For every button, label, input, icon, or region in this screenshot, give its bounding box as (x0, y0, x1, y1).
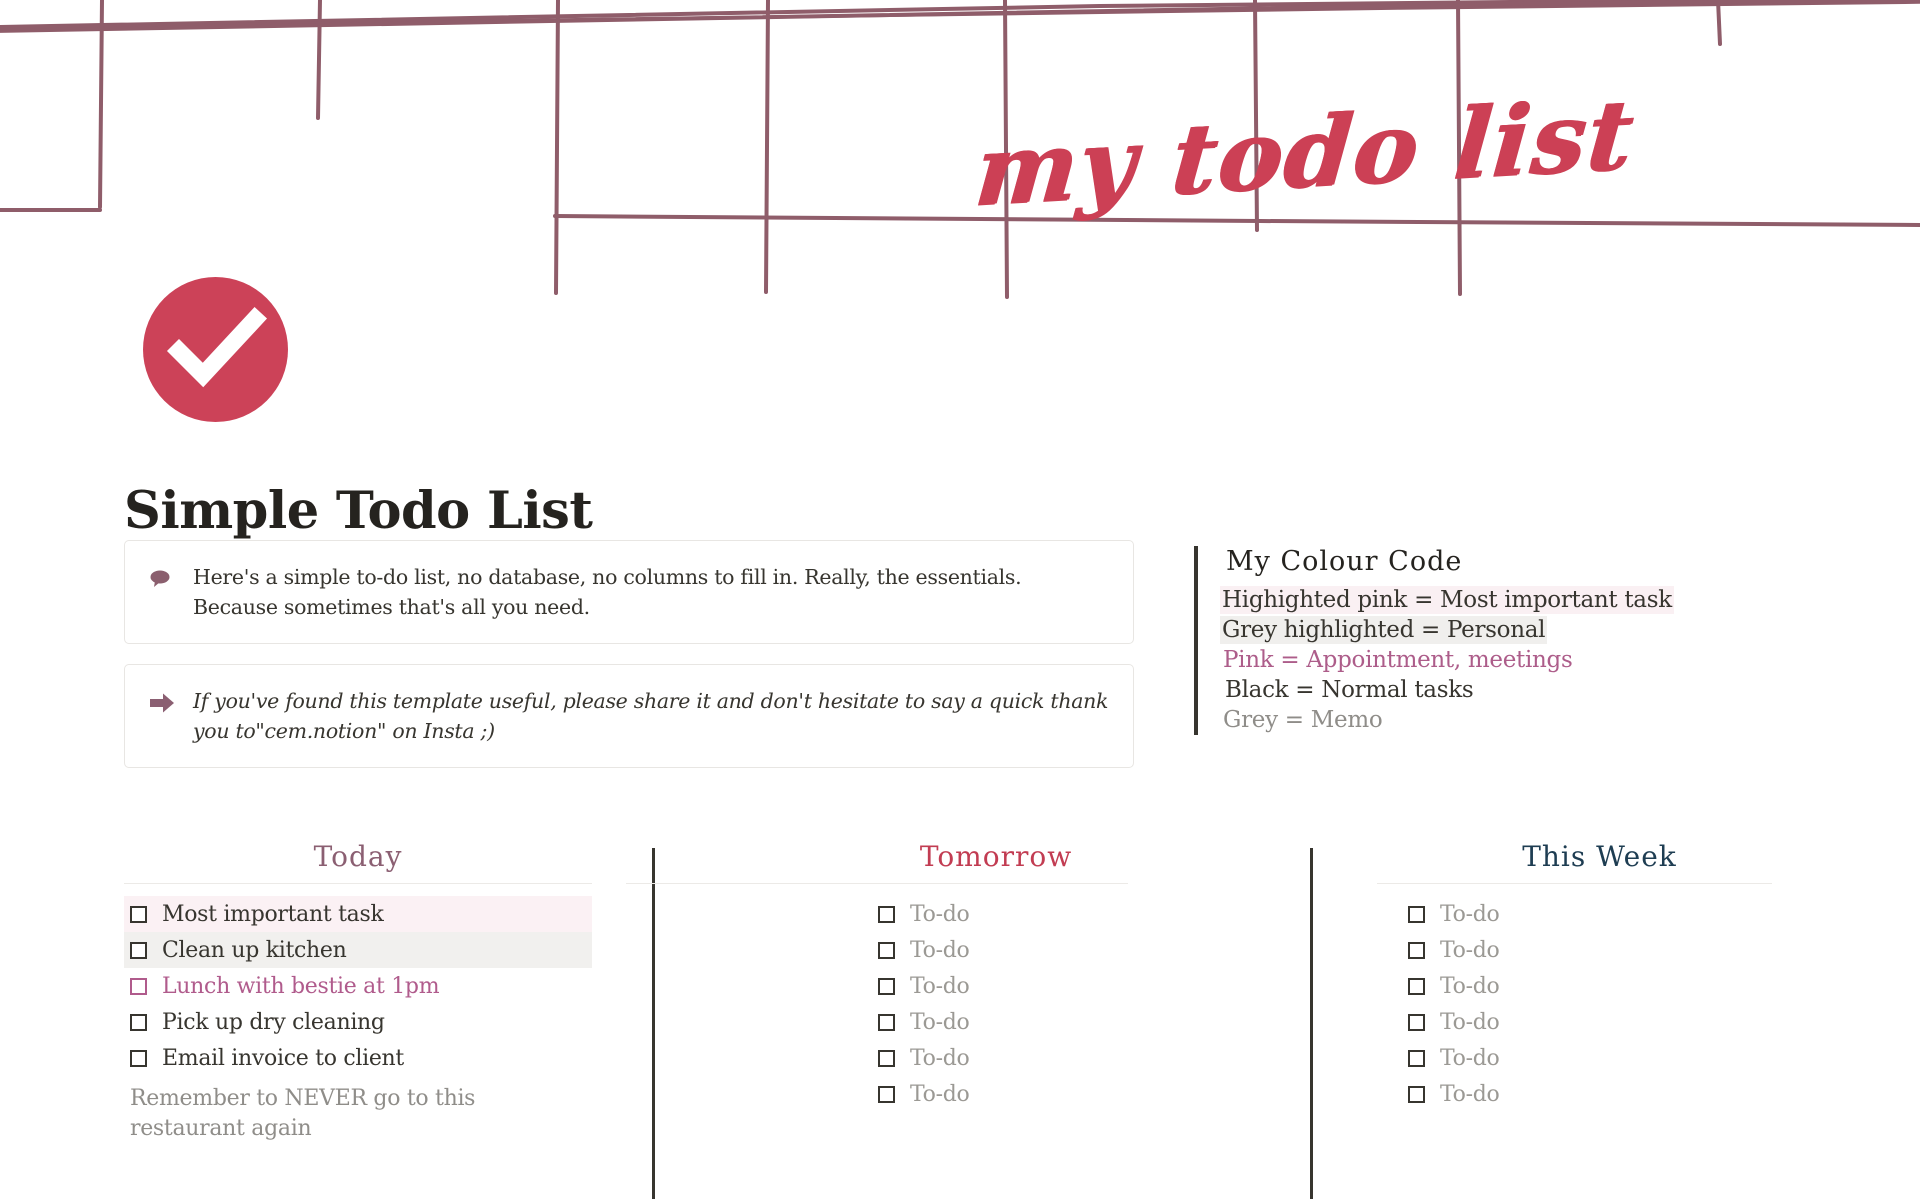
column-divider (1310, 848, 1313, 1199)
todo-label: To-do (910, 1009, 970, 1035)
todo-label: To-do (910, 973, 970, 999)
todo-label: To-do (910, 937, 970, 963)
todo-label: To-do (1440, 1009, 1500, 1035)
check-circle-icon (143, 277, 288, 422)
todo-label: To-do (1440, 973, 1500, 999)
column-rule (626, 883, 1128, 884)
todo-label: To-do (1440, 1081, 1500, 1107)
todo-item-placeholder[interactable]: To-do (746, 1076, 1246, 1112)
todo-item-placeholder[interactable]: To-do (1402, 896, 1797, 932)
checkbox[interactable] (130, 905, 147, 923)
colour-code-line-text: Highighted pink = Most important task (1220, 586, 1674, 614)
todo-item-placeholder[interactable]: To-do (1402, 1076, 1797, 1112)
column-divider (652, 848, 655, 1199)
callout-share: If you've found this template useful, pl… (124, 664, 1134, 769)
todo-item-placeholder[interactable]: To-do (746, 1040, 1246, 1076)
todo-item-placeholder[interactable]: To-do (746, 968, 1246, 1004)
colour-code-line-text: Grey highlighted = Personal (1220, 615, 1548, 644)
checkbox[interactable] (878, 1049, 895, 1067)
todo-label: Clean up kitchen (162, 937, 347, 963)
todo-label: To-do (1440, 1045, 1500, 1071)
todo-item-pick-up-dry-cleaning[interactable]: Pick up dry cleaning (124, 1004, 592, 1040)
colour-code-line-pink-highlight: Highighted pink = Most important task (1220, 586, 1814, 616)
column-tomorrow: Tomorrow To-do To-do To-do To-do To-do T… (626, 840, 1246, 1112)
column-rule (1377, 883, 1772, 884)
checkbox[interactable] (130, 941, 147, 959)
todo-label: Lunch with bestie at 1pm (162, 973, 440, 999)
colour-code-line-black: Black = Normal tasks (1225, 676, 1474, 703)
callout-note-text: Here's a simple to-do list, no database,… (193, 565, 1022, 620)
column-this-week: This Week To-do To-do To-do To-do To-do … (1377, 840, 1797, 1112)
todo-item-lunch-with-bestie[interactable]: Lunch with bestie at 1pm (124, 968, 592, 1004)
checkbox[interactable] (878, 977, 895, 995)
todo-label: To-do (1440, 901, 1500, 927)
todo-memo: Remember to NEVER go to this restaurant … (130, 1086, 476, 1141)
column-rule (124, 883, 592, 884)
todo-item-placeholder[interactable]: To-do (1402, 1004, 1797, 1040)
callout-share-text: If you've found this template useful, pl… (193, 689, 1109, 744)
todo-label: To-do (910, 901, 970, 927)
todo-item-most-important-task[interactable]: Most important task (124, 896, 592, 932)
colour-code-block: My Colour Code Highighted pink = Most im… (1194, 546, 1814, 736)
checkbox[interactable] (130, 1013, 147, 1031)
colour-code-title: My Colour Code (1226, 546, 1463, 577)
todo-item-email-invoice-to-client[interactable]: Email invoice to client (124, 1040, 592, 1076)
checkbox[interactable] (1408, 977, 1425, 995)
todo-item-clean-up-kitchen[interactable]: Clean up kitchen (124, 932, 592, 968)
todo-label: To-do (1440, 937, 1500, 963)
callout-note: Here's a simple to-do list, no database,… (124, 540, 1134, 645)
checkbox[interactable] (130, 1049, 147, 1067)
right-arrow-icon (149, 692, 174, 714)
page-cover-banner: my todo list (0, 0, 1920, 367)
checkbox[interactable] (130, 977, 147, 995)
todo-label: Pick up dry cleaning (162, 1009, 385, 1035)
todo-item-placeholder[interactable]: To-do (1402, 1040, 1797, 1076)
page-title: Simple Todo List (124, 481, 593, 542)
todo-label: Most important task (162, 901, 384, 927)
checkbox[interactable] (1408, 1085, 1425, 1103)
todo-label: Email invoice to client (162, 1045, 404, 1071)
todo-item-placeholder[interactable]: To-do (746, 896, 1246, 932)
column-today-heading: Today (313, 840, 403, 873)
speech-bubble-icon (149, 568, 171, 590)
column-tomorrow-heading: Tomorrow (919, 840, 1073, 873)
colour-code-line-pink: Pink = Appointment, meetings (1223, 646, 1573, 673)
todo-item-placeholder[interactable]: To-do (1402, 932, 1797, 968)
todo-item-placeholder[interactable]: To-do (1402, 968, 1797, 1004)
checkbox[interactable] (1408, 1013, 1425, 1031)
todo-label: To-do (910, 1081, 970, 1107)
todo-item-placeholder[interactable]: To-do (746, 1004, 1246, 1040)
checkbox[interactable] (878, 941, 895, 959)
colour-code-line-grey: Grey = Memo (1223, 706, 1383, 733)
checkbox[interactable] (1408, 941, 1425, 959)
todo-columns: Today Most important task Clean up kitch… (0, 840, 1920, 1199)
checkbox[interactable] (1408, 905, 1425, 923)
checkbox[interactable] (878, 1085, 895, 1103)
column-this-week-heading: This Week (1522, 840, 1677, 873)
colour-code-line-grey-highlight: Grey highlighted = Personal (1220, 615, 1814, 646)
column-today: Today Most important task Clean up kitch… (124, 840, 592, 1143)
checkbox[interactable] (878, 905, 895, 923)
todo-item-placeholder[interactable]: To-do (746, 932, 1246, 968)
checkbox[interactable] (878, 1013, 895, 1031)
todo-label: To-do (910, 1045, 970, 1071)
checkbox[interactable] (1408, 1049, 1425, 1067)
